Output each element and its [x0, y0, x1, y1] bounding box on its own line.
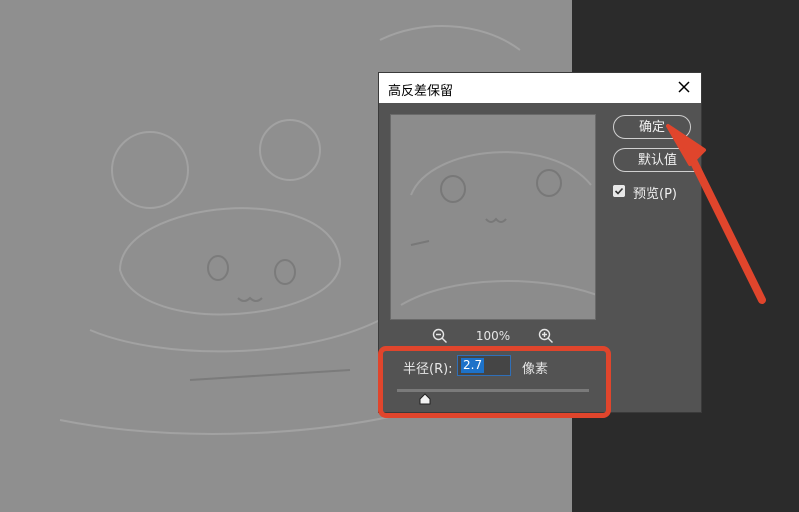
- filter-preview[interactable]: [390, 114, 596, 320]
- ok-button[interactable]: 确定: [613, 115, 691, 139]
- default-button[interactable]: 默认值: [613, 148, 701, 172]
- preview-label: 预览(P): [633, 187, 677, 202]
- zoom-level: 100%: [475, 329, 511, 343]
- annotation-highlight-box: [378, 346, 611, 418]
- close-icon[interactable]: [675, 78, 693, 96]
- zoom-controls: 100%: [390, 327, 596, 345]
- preview-bear-image: [400, 151, 595, 306]
- zoom-in-icon[interactable]: [538, 328, 554, 344]
- checkmark-icon[interactable]: [613, 185, 625, 197]
- dialog-title: 高反差保留: [388, 84, 454, 99]
- dialog-titlebar[interactable]: 高反差保留: [379, 73, 701, 103]
